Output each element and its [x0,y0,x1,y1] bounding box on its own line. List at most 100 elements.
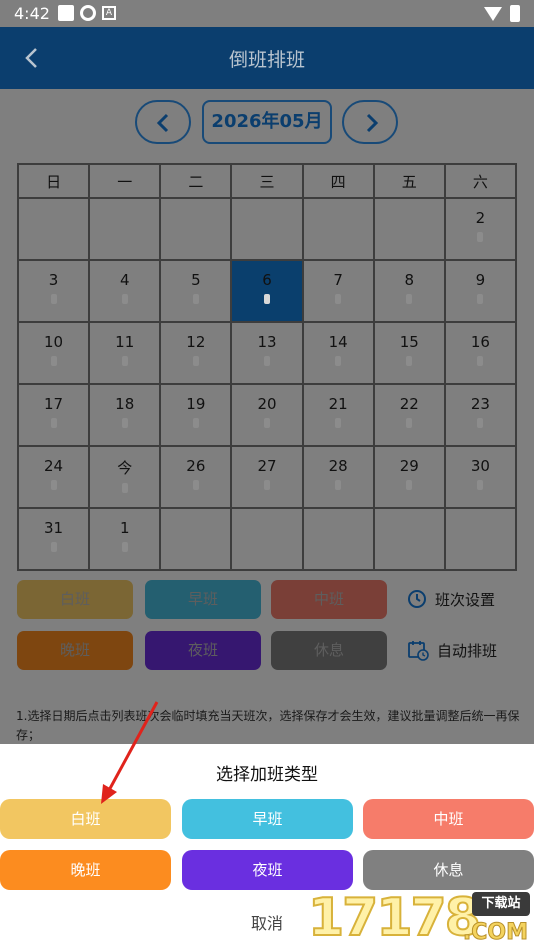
calendar-empty-cell [16,197,91,261]
calendar-day-number: 27 [257,457,277,475]
calendar-day-number: 23 [470,395,490,413]
shift-marker-icon [406,294,413,304]
app-bar: 倒班排班 [0,27,534,89]
calendar-day-cell[interactable]: 28 [301,445,375,509]
calendar-day-number: 4 [119,271,130,289]
calendar-day-cell[interactable]: 2 [443,197,518,261]
calendar-day-number: 29 [399,457,419,475]
month-navigator: 2026年05月 [0,100,534,146]
shift-marker-icon [406,356,413,366]
calendar-week-row: 3 4 5 6 7 8 9 [16,259,518,323]
calendar-day-number: 16 [470,333,490,351]
calendar-day-cell[interactable]: 12 [159,321,233,385]
option-late-shift[interactable]: 晚班 [0,850,171,890]
calendar-day-cell[interactable]: 7 [301,259,375,323]
shift-marker-icon [335,294,342,304]
shift-marker-icon [192,418,199,428]
weekday-label: 四 [301,163,375,199]
calendar-day-cell[interactable]: 31 [16,507,91,571]
calendar-day-cell[interactable]: 26 [159,445,233,509]
shift-marker-icon [477,356,484,366]
calendar-day-cell[interactable]: 10 [16,321,91,385]
calendar-day-cell[interactable]: 22 [372,383,446,447]
shift-marker-icon [477,232,484,242]
calendar-day-number: 20 [257,395,277,413]
calendar-day-cell[interactable]: 3 [16,259,91,323]
shift-marker-icon [50,294,57,304]
auto-schedule-label: 自动排班 [437,641,498,660]
calendar-day-cell[interactable]: 16 [443,321,518,385]
calendar-day-cell[interactable]: 9 [443,259,518,323]
annotation-arrow-icon [101,701,159,804]
calendar-day-cell[interactable]: 27 [230,445,304,509]
shift-settings-link[interactable]: 班次设置 [407,584,495,614]
shift-marker-icon [121,418,128,428]
shift-marker-icon [477,418,484,428]
calendar-day-number: 今 [117,459,133,477]
calendar-empty-cell [301,197,375,261]
calendar-day-cell[interactable]: 1 [88,507,162,571]
clock-icon [408,590,426,608]
calendar-day-cell[interactable]: 24 [16,445,91,509]
shift-marker-icon [50,542,57,552]
calendar-day-number: 5 [191,271,201,289]
watermark-suffix: .COM [462,920,528,946]
option-early-shift[interactable]: 早班 [182,799,353,839]
calendar-day-cell[interactable]: 20 [230,383,304,447]
calendar-day-cell[interactable]: 13 [230,321,304,385]
calendar-day-cell[interactable]: 21 [301,383,375,447]
calendar-day-cell[interactable]: 29 [372,445,446,509]
legend-late-shift[interactable]: 晚班 [17,631,133,670]
shift-marker-icon [192,356,199,366]
legend-mid-shift[interactable]: 中班 [271,580,387,619]
calendar-empty-cell [301,507,375,571]
shift-marker-icon [121,294,128,304]
option-rest[interactable]: 休息 [363,850,534,890]
calendar-day-cell[interactable]: 15 [372,321,446,385]
watermark-number: 17178 [307,887,482,949]
calendar-day-cell[interactable]: 18 [88,383,162,447]
legend-night-shift[interactable]: 夜班 [145,631,261,670]
month-label[interactable]: 2026年05月 [202,100,332,144]
calendar-day-cell[interactable]: 5 [159,259,233,323]
calendar-day-number: 14 [328,333,348,351]
calendar-week-row: 24 今 26 27 28 29 30 [16,445,518,509]
status-time: 4:42 [14,4,50,23]
calendar-day-number: 3 [48,271,59,289]
calendar-day-number: 28 [328,457,348,475]
calendar-day-cell[interactable]: 4 [88,259,162,323]
calendar-day-cell[interactable]: 19 [159,383,233,447]
option-mid-shift[interactable]: 中班 [363,799,534,839]
calendar-grid: 日 一 二 三 四 五 六 2 3 4 5 6 7 8 9 10 11 12 13 14 15 16 17 18… [16,163,518,571]
legend-day-shift[interactable]: 白班 [17,580,133,619]
auto-schedule-link[interactable]: 自动排班 [407,635,497,665]
calendar-day-cell[interactable]: 11 [88,321,162,385]
calendar-day-number: 17 [44,395,64,413]
option-night-shift[interactable]: 夜班 [182,850,353,890]
shift-marker-icon [335,418,342,428]
calendar-day-cell[interactable]: 14 [301,321,375,385]
calendar-empty-cell [443,507,518,571]
calendar-day-cell[interactable]: 23 [443,383,518,447]
calendar-day-cell[interactable]: 今 [88,445,162,509]
calendar-day-cell[interactable]: 30 [443,445,518,509]
shift-marker-icon [263,356,270,366]
page-title: 倒班排班 [228,49,305,71]
calendar-day-number: 9 [475,271,486,289]
calendar-day-number: 13 [257,333,277,351]
legend-early-shift[interactable]: 早班 [145,580,261,619]
calendar-day-cell[interactable]: 6 [230,259,304,323]
weekday-label: 五 [372,163,446,199]
legend-rest[interactable]: 休息 [271,631,387,670]
calendar-day-number: 15 [399,333,419,351]
calendar-day-cell[interactable]: 8 [372,259,446,323]
shift-marker-icon [263,294,270,304]
calendar-clock-icon [408,641,429,661]
calendar-day-cell[interactable]: 17 [16,383,91,447]
chevron-right-icon [366,113,379,133]
sheet-title: 选择加班类型 [216,765,318,785]
weekday-label: 二 [159,163,233,199]
next-month-button[interactable] [342,100,398,144]
previous-month-button[interactable] [135,100,191,144]
calendar-empty-cell [159,507,233,571]
